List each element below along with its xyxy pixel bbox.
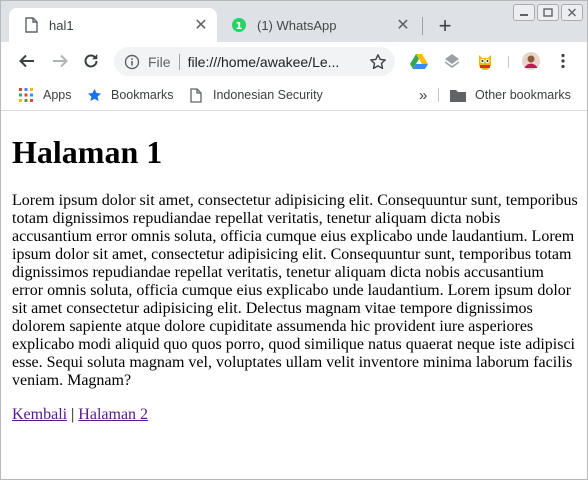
bookmarks-divider [438,88,439,102]
bookmark-label: Apps [43,88,72,102]
toolbar: File file:///home/awakee/Le... [1,42,587,80]
bookmarks-overflow-chevron[interactable]: » [419,85,427,105]
close-tab-icon[interactable]: ✕ [393,15,413,35]
new-tab-button[interactable]: + [433,13,457,38]
bookmark-indonesian-security[interactable]: Indonesian Security [188,85,326,105]
browser-window: hal1 ✕ 1 (1) WhatsApp ✕ + File file:///h… [0,0,588,480]
avatar[interactable] [522,52,540,70]
google-drive-icon[interactable] [410,52,428,70]
tab-strip: hal1 ✕ 1 (1) WhatsApp ✕ + [1,1,587,42]
window-controls [513,4,583,21]
star-icon [86,87,102,103]
bookmarks-bar: Apps Bookmarks Indonesian Security » Oth… [1,80,587,111]
close-tab-icon[interactable]: ✕ [191,15,211,35]
back-arrow-icon[interactable] [15,49,39,73]
bookmark-star-icon[interactable] [369,53,387,71]
bookmark-bookmarks[interactable]: Bookmarks [86,85,174,105]
bookmark-label: Indonesian Security [213,88,323,102]
tab-divider [422,17,423,35]
toolbar-divider [508,56,509,68]
page-links: Kembali | Halaman 2 [12,406,148,424]
other-bookmarks-folder[interactable]: Other bookmarks [450,85,571,105]
scheme-label: File [148,53,171,70]
reload-icon[interactable] [79,49,103,73]
tab-title: hal1 [49,17,74,33]
menu-kebab-icon[interactable] [554,52,572,70]
forward-arrow-icon[interactable] [48,49,72,73]
lorem-paragraph: Lorem ipsum dolor sit amet, consectetur … [12,192,578,389]
halaman-2-link[interactable]: Halaman 2 [78,406,148,423]
url-text[interactable]: file:///home/awakee/Le... [188,54,356,70]
folder-icon [450,87,466,103]
address-bar[interactable]: File file:///home/awakee/Le... [114,47,395,76]
minimize-icon[interactable] [513,4,535,21]
tab-hal1[interactable]: hal1 ✕ [9,8,217,42]
maximize-icon[interactable] [537,4,559,21]
info-icon[interactable] [124,54,140,70]
bookmark-label: Bookmarks [111,88,174,102]
owl-extension-icon[interactable] [476,52,494,70]
close-window-icon[interactable] [561,4,583,21]
layers-extension-icon[interactable] [443,52,461,70]
whatsapp-icon: 1 [231,17,247,33]
omnibox-divider [178,53,180,70]
bookmark-apps[interactable]: Apps [18,85,72,105]
page-content: Halaman 1 Lorem ipsum dolor sit amet, co… [1,111,587,479]
page-heading: Halaman 1 [12,134,163,170]
tab-whatsapp[interactable]: 1 (1) WhatsApp ✕ [223,8,419,42]
document-icon [23,17,39,33]
svg-text:1: 1 [236,21,243,32]
link-separator: | [67,406,79,423]
tab-title: (1) WhatsApp [257,17,337,33]
kembali-link[interactable]: Kembali [12,406,67,423]
bookmark-label: Other bookmarks [475,88,571,102]
apps-grid-icon [18,87,34,103]
document-icon [188,87,204,103]
